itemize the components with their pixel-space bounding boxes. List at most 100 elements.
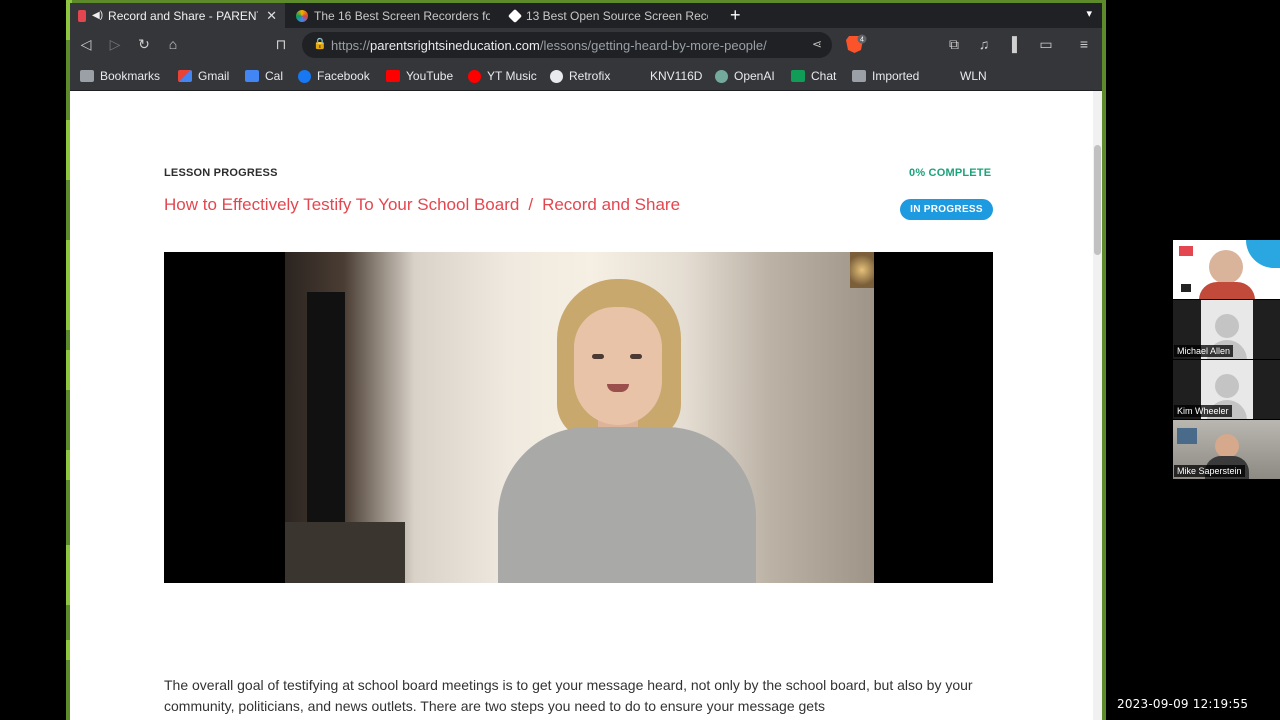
participant-tile-michael-allen[interactable]: Michael Allen [1173,300,1280,359]
video-presenter-face [574,307,662,425]
bookmark-label: Retrofix [569,69,611,83]
address-bar[interactable]: 🔒 https://parentsrightsineducation.com/l… [302,32,832,58]
bookmark-label: Chat [811,69,837,83]
url-host: parentsrightsineducation.com [370,38,540,53]
folder-icon [852,70,866,82]
org-logo-icon [1179,246,1193,256]
pinwheel-favicon-icon [296,9,308,22]
sidebar-icon[interactable]: ▐ [1003,35,1021,53]
brave-shield-icon[interactable]: 4 [845,34,867,54]
diamond-favicon-icon [507,8,523,23]
participant-name: Kim Wheeler [1174,405,1232,417]
nav-toolbar: ◁ ▷ ↻ ⌂ ⊓ 🔒 https://parentsrightsineduca… [70,28,1102,61]
lock-icon: 🔒 [313,38,327,50]
status-badge: IN PROGRESS [900,199,993,220]
page-content: LESSON PROGRESS 0% COMPLETE How to Effec… [70,91,1102,720]
bookmark-bookmarks[interactable]: Bookmarks [80,69,160,83]
gmail-icon [178,70,192,82]
tab-title: Record and Share - PARENTS [108,8,259,23]
participant-tile-mike-saperstein[interactable]: Mike Saperstein [1173,420,1280,479]
page-scrollbar[interactable] [1093,91,1102,720]
lesson-progress-label: LESSON PROGRESS [164,167,278,179]
tab-title: 13 Best Open Source Screen Recorders [526,8,708,23]
participant-face [1209,250,1243,284]
yt-music-icon [468,69,481,83]
bookmarks-bar: Bookmarks Gmail Cal Facebook YouTube YT … [70,61,1102,91]
facebook-icon [298,69,311,83]
bookmark-chat[interactable]: Chat [791,69,836,83]
back-icon[interactable]: ◁ [77,35,95,53]
bookmark-cal[interactable]: Cal [245,69,283,83]
openai-icon [715,69,728,83]
tile-decoration [1246,240,1280,268]
bookmark-openai[interactable]: OpenAI [715,69,775,83]
camera-icon [1181,284,1191,292]
tab-title: The 16 Best Screen Recorders for Windows [314,8,490,23]
tab-list-chevron-icon[interactable]: ▾ [1086,7,1092,20]
participant-tile-kim-wheeler[interactable]: Kim Wheeler [1173,360,1280,419]
bookmark-label: Bookmarks [100,69,161,83]
lesson-video-player[interactable] [164,252,993,583]
new-tab-button[interactable]: + [730,5,741,25]
wallet-icon[interactable]: ▭ [1037,35,1055,53]
participant-name: Mike Saperstein [1174,465,1245,477]
speaker-icon: ◀) [92,10,104,21]
media-icon[interactable]: ♫ [975,35,993,53]
participant-tile-host[interactable] [1173,240,1280,299]
folder-icon [80,70,94,82]
video-lamp [850,252,874,288]
close-tab-icon[interactable]: ✕ [266,8,277,24]
recording-timestamp: 2023-09-09 12:19:55 [1117,697,1249,711]
breadcrumb: How to Effectively Testify To Your Schoo… [164,195,680,215]
bookmark-label: YT Music [487,69,537,83]
avatar-head [1215,374,1239,398]
video-presenter-eye [630,354,642,359]
tab-screen-recorders-windows[interactable]: The 16 Best Screen Recorders for Windows [288,3,498,28]
bookmark-knv116d[interactable]: KNV116D [650,69,702,83]
share-icon[interactable]: ⋖ [812,37,822,51]
bookmark-label: YouTube [406,69,454,83]
url-scheme: https:// [331,38,371,53]
breadcrumb-lesson-link[interactable]: Record and Share [542,195,680,214]
bookmark-label: Imported [872,69,920,83]
video-presenter-eye [592,354,604,359]
menu-icon[interactable]: ≡ [1075,35,1093,53]
bookmark-label: OpenAI [734,69,775,83]
bookmark-label: Facebook [317,69,370,83]
video-frame [285,252,874,583]
extensions-icon[interactable]: ⧉ [945,35,963,53]
bookmark-yt-music[interactable]: YT Music [468,69,537,83]
bookmark-page-icon[interactable]: ⊓ [272,35,290,53]
chat-icon [791,70,805,82]
tab-record-and-share[interactable]: ◀) Record and Share - PARENTS ✕ [70,3,285,28]
percent-complete: 0% COMPLETE [909,167,992,179]
tab-open-source-recorders[interactable]: 13 Best Open Source Screen Recorders [502,3,716,28]
retrofix-icon [550,69,563,83]
participant-shirt [1199,282,1255,299]
breadcrumb-separator: / [528,195,534,214]
breadcrumb-course-link[interactable]: How to Effectively Testify To Your Schoo… [164,195,519,214]
bookmark-label: Cal [265,69,284,83]
browser-window: ◀) Record and Share - PARENTS ✕ The 16 B… [70,3,1102,720]
scrollbar-thumb[interactable] [1094,145,1101,255]
bookmark-imported[interactable]: Imported [852,69,919,83]
site-favicon-icon [78,9,86,22]
bookmark-youtube[interactable]: YouTube [386,69,453,83]
bookmark-wln[interactable]: WLN [960,69,987,83]
lesson-body-text: The overall goal of testifying at school… [164,677,973,714]
avatar-head [1215,314,1239,338]
background-monitor [1177,428,1197,444]
bookmark-facebook[interactable]: Facebook [298,69,370,83]
url-text: https://parentsrightsineducation.com/les… [331,38,767,53]
bookmark-label: KNV116D [650,69,703,83]
participant-name: Michael Allen [1174,345,1234,357]
bookmark-retrofix[interactable]: Retrofix [550,69,610,83]
calendar-icon [245,70,259,82]
bookmark-gmail[interactable]: Gmail [178,69,229,83]
home-icon[interactable]: ⌂ [164,35,182,53]
reload-icon[interactable]: ↻ [135,35,153,53]
url-path: /lessons/getting-heard-by-more-people/ [539,38,767,53]
bookmark-label: WLN [960,69,987,83]
forward-icon[interactable]: ▷ [106,35,124,53]
video-presenter-sweater [498,427,756,583]
